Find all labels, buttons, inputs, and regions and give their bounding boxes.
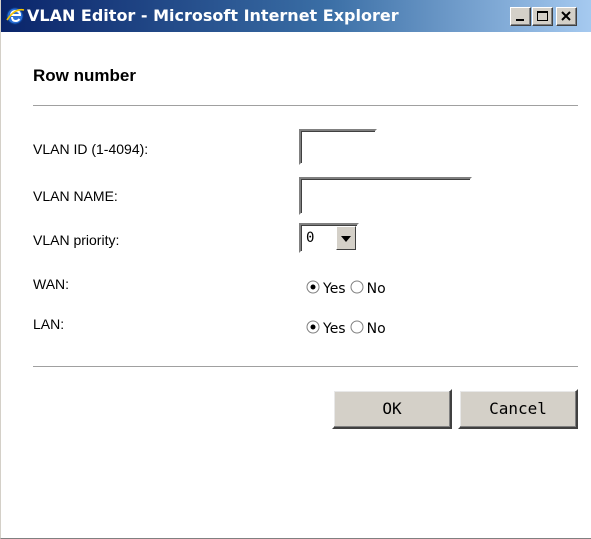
page-title: Row number bbox=[33, 66, 136, 85]
vlan-id-input[interactable] bbox=[299, 129, 377, 165]
chevron-down-icon bbox=[341, 236, 351, 242]
lan-no-label: No bbox=[366, 321, 386, 338]
lan-no-radio[interactable] bbox=[350, 320, 364, 334]
window-title: VLAN Editor - Microsoft Internet Explore… bbox=[27, 6, 399, 25]
dropdown-button[interactable] bbox=[336, 226, 356, 250]
minimize-button[interactable] bbox=[510, 7, 531, 26]
wan-yes-radio[interactable] bbox=[306, 280, 320, 294]
vlan-priority-value: 0 bbox=[306, 230, 315, 246]
wan-radio-group: Yes No bbox=[306, 280, 390, 297]
maximize-button[interactable] bbox=[532, 7, 553, 26]
vlan-priority-label: VLAN priority: bbox=[33, 232, 120, 248]
wan-label: WAN: bbox=[33, 276, 70, 292]
minimize-icon bbox=[516, 19, 524, 21]
lan-label: LAN: bbox=[33, 316, 65, 332]
close-button[interactable] bbox=[556, 7, 577, 26]
wan-no-label: No bbox=[366, 281, 386, 298]
close-icon bbox=[561, 11, 571, 21]
cancel-button[interactable]: Cancel bbox=[458, 389, 578, 429]
maximize-icon bbox=[537, 11, 548, 21]
bottom-divider bbox=[33, 366, 578, 368]
internet-explorer-icon bbox=[6, 7, 25, 25]
ok-button[interactable]: OK bbox=[332, 389, 452, 429]
wan-no-radio[interactable] bbox=[350, 280, 364, 294]
vlan-name-label: VLAN NAME: bbox=[33, 188, 118, 204]
lan-yes-radio[interactable] bbox=[306, 320, 320, 334]
vlan-id-label: VLAN ID (1-4094): bbox=[33, 141, 149, 157]
title-bar[interactable]: VLAN Editor - Microsoft Internet Explore… bbox=[1, 0, 591, 32]
top-divider bbox=[33, 105, 578, 107]
vlan-name-input[interactable] bbox=[299, 177, 472, 215]
lan-radio-group: Yes No bbox=[306, 320, 390, 337]
vlan-editor-window: VLAN Editor - Microsoft Internet Explore… bbox=[0, 0, 591, 539]
wan-yes-label: Yes bbox=[323, 281, 346, 298]
lan-yes-label: Yes bbox=[323, 321, 346, 338]
vlan-priority-select[interactable]: 0 bbox=[299, 223, 359, 253]
